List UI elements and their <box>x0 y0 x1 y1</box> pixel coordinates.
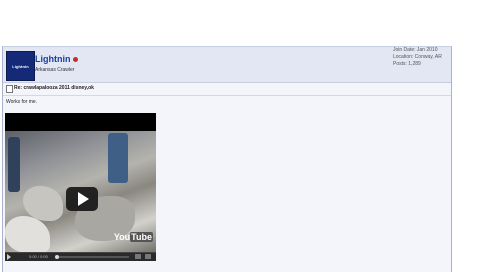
video-time: 0:00 / 0:00 <box>29 254 48 259</box>
quality-icon[interactable] <box>135 254 141 259</box>
post-icon <box>6 85 13 93</box>
video-controls: 0:00 / 0:00 <box>5 252 156 261</box>
post-title-row: Re: crawlapalooza 2011 disney,ok <box>3 83 451 96</box>
join-date: Join Date: Jan 2010 <box>393 47 438 53</box>
avatar-text: Lightnin <box>12 63 29 69</box>
video-thumbnail[interactable]: YouTube <box>5 131 156 253</box>
play-button[interactable] <box>66 187 98 211</box>
youtube-logo[interactable]: YouTube <box>114 232 153 242</box>
rock-shape <box>5 216 50 253</box>
fullscreen-icon[interactable] <box>145 254 151 259</box>
user-avatar[interactable]: Lightnin <box>6 51 35 81</box>
play-icon <box>78 192 89 206</box>
location: Location: Conway, AR <box>393 54 442 60</box>
progress-bar[interactable] <box>59 256 129 258</box>
post-container: Lightnin Lightnin Arkansas Crawler Join … <box>2 46 452 272</box>
youtube-logo-you: You <box>113 232 131 242</box>
post-userbar: Lightnin Lightnin Arkansas Crawler Join … <box>3 47 451 83</box>
post-count: Posts: 1,289 <box>393 61 421 67</box>
video-letterbox-top <box>5 113 156 131</box>
person-legs-left <box>8 137 20 192</box>
youtube-video-embed[interactable]: YouTube 0:00 / 0:00 <box>5 113 156 261</box>
user-info: Join Date: Jan 2010 Location: Conway, AR… <box>393 47 448 68</box>
post-body-text: Works for me. <box>6 99 38 105</box>
user-title: Arkansas Crawler <box>35 67 75 73</box>
online-status-icon <box>72 57 78 63</box>
username-row: Lightnin <box>35 54 78 64</box>
person-legs-right <box>108 133 128 183</box>
post-title: Re: crawlapalooza 2011 disney,ok <box>14 85 94 91</box>
youtube-logo-tube: Tube <box>130 232 153 242</box>
username-link[interactable]: Lightnin <box>35 54 71 64</box>
control-play-icon[interactable] <box>7 254 11 260</box>
